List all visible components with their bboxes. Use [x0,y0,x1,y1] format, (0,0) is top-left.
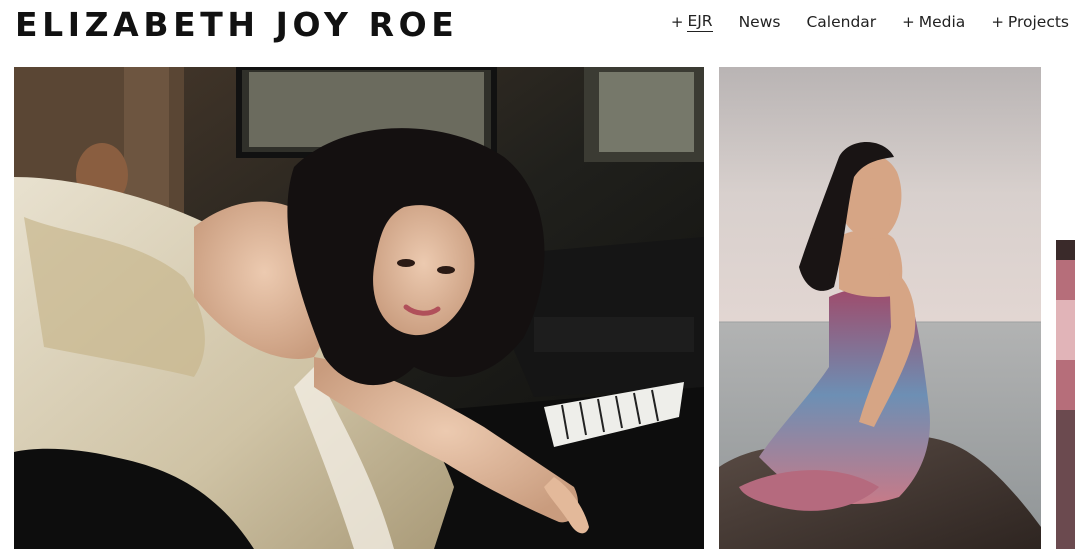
expand-plus-icon: + [991,13,1004,31]
site-title[interactable]: ELIZABETH JOY ROE [15,3,458,47]
gallery-photo-sea[interactable] [719,67,1041,549]
nav-item-media[interactable]: + Media [902,13,965,31]
nav-item-label: Media [918,13,966,31]
nav-item-label: EJR [687,12,713,32]
photo-third-artwork [1056,240,1075,549]
nav-item-ejr[interactable]: + EJR [671,12,713,32]
expand-plus-icon: + [902,13,915,31]
nav-item-projects[interactable]: + Projects [991,13,1069,31]
nav-item-label: Calendar [806,13,877,31]
expand-plus-icon: + [670,13,684,31]
gallery-photo-third-partial[interactable] [1056,240,1075,549]
nav-item-label: News [738,13,781,31]
gallery-photo-piano[interactable] [14,67,704,549]
nav-item-calendar[interactable]: Calendar [806,13,876,31]
main-navigation: + EJR News Calendar + Media + Projects [671,12,1069,32]
photo-piano-artwork [14,67,704,549]
nav-item-label: Projects [1007,13,1069,31]
nav-item-news[interactable]: News [739,13,781,31]
photo-sea-artwork [719,67,1041,549]
